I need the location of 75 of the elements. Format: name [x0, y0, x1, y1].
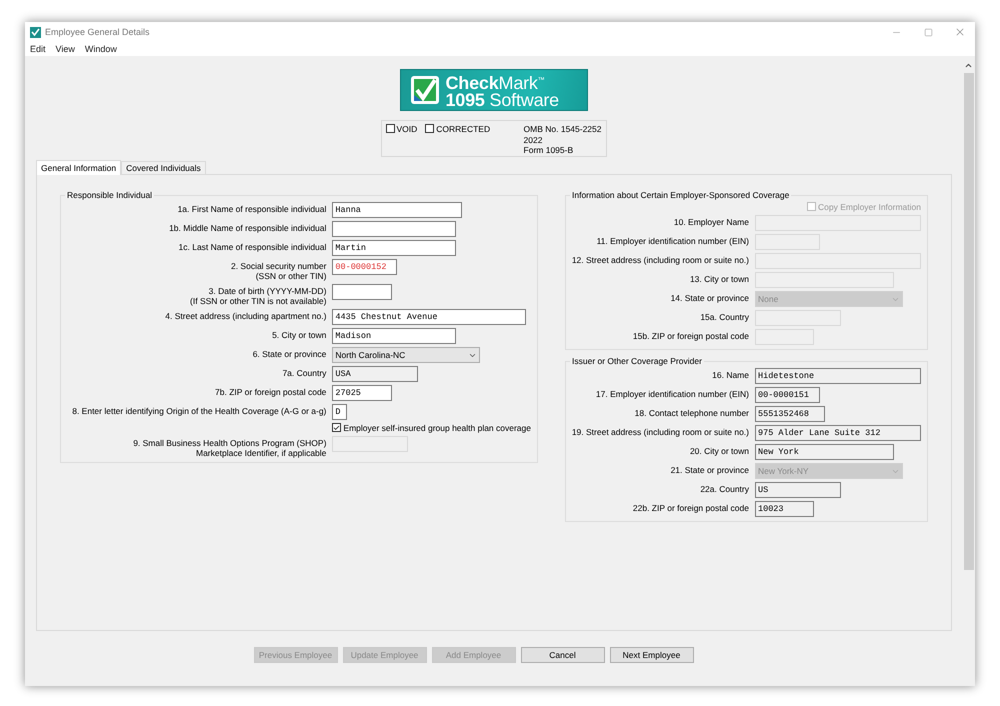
- checkbox-label[interactable]: Employer self-insured group health plan coverage: [332, 423, 531, 433]
- menu-item[interactable]: View: [56, 44, 75, 54]
- checkbox-label[interactable]: CORRECTED: [425, 124, 490, 153]
- field-label: 15b. ZIP or foreign postal code: [632, 330, 749, 341]
- text-field[interactable]: 27025: [332, 385, 392, 401]
- tab[interactable]: General Information: [36, 160, 122, 175]
- form-info-text: OMB No. 1545-2252: [524, 124, 602, 134]
- scroll-up-icon[interactable]: [964, 61, 973, 70]
- checkbox[interactable]: [332, 423, 342, 432]
- field-label: 9. Small Business Health Options Program (SHOP) Marketplace Identifier, if applicable: [132, 437, 326, 458]
- field-label: 4. Street address (including apartment no.): [164, 310, 326, 321]
- text-field[interactable]: US: [755, 482, 841, 498]
- text-field[interactable]: 00-0000152: [332, 259, 398, 275]
- field-label: 20. City or town: [688, 445, 749, 456]
- field-label: 1a. First Name of responsible individual: [176, 203, 326, 214]
- app-icon: [30, 26, 41, 38]
- checkbox[interactable]: [386, 124, 394, 133]
- field-label: 19. Street address (including room or suite no.): [570, 426, 749, 437]
- text-field[interactable]: 10023: [755, 501, 814, 517]
- menu-item[interactable]: Edit: [30, 44, 46, 54]
- text-field[interactable]: 00-0000151: [755, 387, 820, 403]
- close-icon: [954, 26, 966, 38]
- form-info-text: Form 1095-B: [524, 145, 574, 156]
- field-label: 21. State or province: [670, 464, 749, 475]
- text-field[interactable]: Madison: [332, 328, 456, 344]
- field-label: 13. City or town: [688, 273, 749, 284]
- field-label: 3. Date of birth (YYYY-MM-DD) (If SSN or other TIN is not available): [189, 285, 326, 306]
- action-button[interactable]: Next Employee: [610, 647, 694, 663]
- text-field[interactable]: 975 Alder Lane Suite 312: [755, 425, 921, 441]
- field-label: 12. Street address (including room or suite no.): [570, 254, 749, 265]
- logo-text: 1095 Software: [446, 92, 559, 108]
- field-label: 15a. Country: [699, 311, 749, 322]
- scrollbar-thumb[interactable]: [964, 73, 974, 570]
- field-label: 22a. Country: [699, 483, 749, 494]
- field-label: 22b. ZIP or foreign postal code: [632, 502, 749, 513]
- window-title: Employee General Details: [45, 27, 151, 37]
- field-label: 10. Employer Name: [672, 216, 749, 227]
- text-field[interactable]: Hanna: [332, 202, 462, 218]
- form-info-text: 2022: [524, 134, 544, 145]
- scrollbar[interactable]: [962, 56, 975, 686]
- text-field[interactable]: [332, 284, 392, 300]
- field-label: 7a. Country: [281, 367, 326, 378]
- field-label: 1c. Last Name of responsible individual: [178, 241, 326, 252]
- checkbox[interactable]: [425, 124, 434, 133]
- field-label: 16. Name: [711, 369, 749, 380]
- action-button[interactable]: Cancel: [520, 647, 604, 663]
- field-label: 17. Employer identification number (EIN): [594, 388, 749, 399]
- text-field[interactable]: D: [332, 404, 348, 420]
- field-label: 8. Enter letter identifying Origin of the Health Coverage (A-G or a-g): [71, 405, 326, 416]
- text-field[interactable]: 5551352468: [755, 406, 825, 422]
- text-field[interactable]: 4435 Chestnut Avenue: [332, 309, 526, 325]
- field-label: 14. State or province: [670, 292, 749, 303]
- field-label: 5. City or town: [271, 329, 326, 340]
- text-field[interactable]: Martin: [332, 240, 456, 256]
- tab[interactable]: Covered Individuals: [121, 161, 206, 174]
- text-field[interactable]: New York: [755, 444, 894, 460]
- field-label: 7b. ZIP or foreign postal code: [214, 386, 326, 397]
- text-field[interactable]: [332, 221, 456, 237]
- field-label: 11. Employer identification number (EIN): [596, 235, 749, 246]
- dropdown[interactable]: North Carolina-NC: [332, 347, 480, 363]
- menu-item[interactable]: Window: [84, 44, 117, 54]
- group-title: Issuer or Other Coverage Provider: [571, 356, 703, 366]
- group-title: Responsible Individual: [66, 190, 154, 200]
- logo-text: CheckMark$^{™}$: [446, 72, 546, 92]
- check-icon: [333, 424, 340, 432]
- checkbox-label[interactable]: VOID: [386, 124, 418, 153]
- text-field[interactable]: Hidetestone: [755, 368, 921, 384]
- field-label: 1b. Middle Name of responsible individual: [168, 222, 326, 233]
- group-title: Information about Certain Employer-Sponsored Coverage: [571, 190, 790, 200]
- text-field[interactable]: USA: [332, 366, 418, 382]
- maximize-icon: [924, 28, 932, 36]
- checkmark-logo-icon: [410, 75, 440, 105]
- field-label: 2. Social security number (SSN or other TIN): [230, 260, 326, 281]
- field-label: 6. State or province: [252, 348, 326, 359]
- field-label: 18. Contact telephone number: [634, 407, 749, 418]
